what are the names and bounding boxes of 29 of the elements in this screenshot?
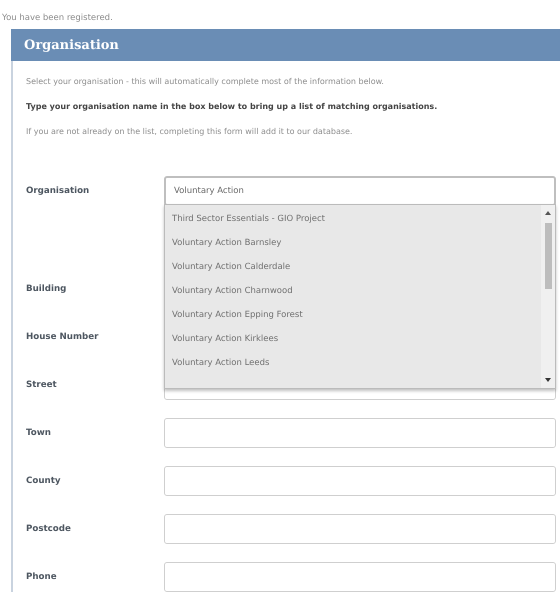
suggestion-option[interactable]: Third Sector Essentials - GIO Project (165, 207, 541, 231)
scrollbar[interactable] (541, 205, 555, 388)
field-label: Town (26, 428, 52, 438)
field-label: Postcode (26, 524, 72, 534)
scroll-down-icon[interactable] (545, 378, 551, 382)
field-label: Building (26, 284, 68, 294)
field-label: Street (26, 380, 58, 390)
suggestion-option[interactable]: Voluntary Action Leeds (165, 351, 541, 375)
panel-title: Organisation (24, 38, 119, 52)
instruction-text: If you are not already on the list, completing this form will add it to our database. (26, 126, 354, 138)
field-label: Phone (26, 572, 58, 582)
scrollbar-thumb[interactable] (545, 223, 552, 289)
suggestion-option[interactable]: Voluntary Action Epping Forest (165, 303, 541, 327)
suggestion-option[interactable]: Voluntary Action Kirklees (165, 327, 541, 351)
field-label: County (26, 476, 62, 486)
suggestion-option[interactable]: Voluntary Action Charnwood (165, 279, 541, 303)
instruction-text: Type your organisation name in the box below to bring up a list of matching organisations. (26, 101, 438, 113)
suggestion-option[interactable]: Voluntary Action Barnsley (165, 231, 541, 255)
instruction-text: Select your organisation - this will automatically complete most of the information below. (26, 76, 385, 88)
text-field[interactable] (164, 514, 556, 544)
field-label: House Number (26, 332, 100, 342)
registration-message: You have been registered. (1, 12, 114, 25)
text-field[interactable] (164, 466, 556, 496)
suggestion-option[interactable]: Voluntary Action Calderdale (165, 255, 541, 279)
scroll-up-icon[interactable] (545, 211, 551, 215)
text-field[interactable] (164, 562, 556, 592)
organisation-field[interactable]: Voluntary Action (164, 176, 556, 206)
text-field[interactable] (164, 418, 556, 448)
field-label: Organisation (26, 186, 90, 196)
